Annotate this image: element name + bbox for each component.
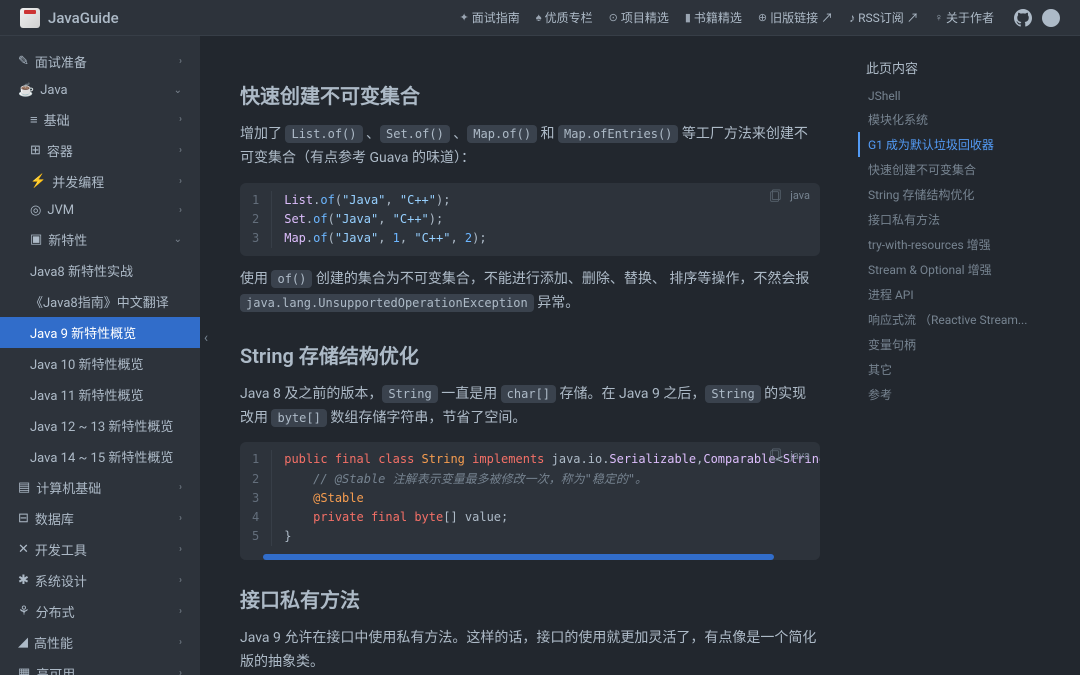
code-inline: byte[] (271, 409, 326, 427)
brand[interactable]: JavaGuide (20, 8, 119, 28)
navbar-icons (1014, 9, 1060, 27)
main-content: 快速创建不可变集合 增加了 List.of() 、Set.of() 、Map.o… (212, 36, 848, 675)
code-inline: Map.ofEntries() (558, 125, 678, 143)
paragraph-2: 使用 of() 创建的集合为不可变集合，不能进行添加、删除、替换、 排序等操作，… (240, 268, 820, 316)
sidebar-item-10[interactable]: Java 10 新特性概览 (0, 348, 200, 379)
sidebar-item-9[interactable]: Java 9 新特性概览 (0, 317, 200, 348)
heading-interface: 接口私有方法 (240, 584, 820, 613)
code-lang: java (790, 189, 810, 202)
sidebar-item-13[interactable]: Java 14 ~ 15 新特性概览 (0, 441, 200, 472)
paragraph-1: 增加了 List.of() 、Set.of() 、Map.of() 和 Map.… (240, 123, 820, 171)
toc-item-8[interactable]: 进程 API (858, 282, 1068, 307)
sidebar-item-6[interactable]: ▣新特性⌄ (0, 224, 200, 255)
sidebar-item-14[interactable]: ▤计算机基础› (0, 472, 200, 503)
nav-link-4[interactable]: ⊕旧版链接 ↗ (758, 9, 833, 26)
sidebar-item-1[interactable]: ☕Java⌄ (0, 77, 200, 104)
sidebar-item-7[interactable]: Java8 新特性实战 (0, 255, 200, 286)
code-content: List.of("Java", "C++"); Set.of("Java", "… (272, 191, 820, 249)
code-inline: java.lang.UnsupportedOperationException (240, 294, 534, 312)
nav-link-5[interactable]: ♪ RSS订阅 ↗ (849, 9, 919, 26)
paragraph-4: Java 9 允许在接口中使用私有方法。这样的话，接口的使用就更加灵活了，有点像… (240, 627, 820, 675)
code-inline: of() (271, 270, 312, 288)
toc-item-9[interactable]: 响应式流 （Reactive Stream... (858, 307, 1068, 332)
nav-link-1[interactable]: ♠优质专栏 (536, 9, 593, 26)
code-inline: String (382, 385, 437, 403)
sidebar-item-11[interactable]: Java 11 新特性概览 (0, 379, 200, 410)
logo-icon (20, 8, 40, 28)
sidebar: ✎面试准备›☕Java⌄≡基础›⊞容器›⚡并发编程›◎JVM›▣新特性⌄Java… (0, 36, 200, 675)
navbar-links: ✦面试指南 ♠优质专栏 ⊙项目精选 ▮书籍精选 ⊕旧版链接 ↗ ♪ RSS订阅 ↗ ♀关于作… (460, 9, 994, 26)
toc-item-4[interactable]: String 存储结构优化 (858, 182, 1068, 207)
sidebar-item-4[interactable]: ⚡并发编程› (0, 166, 200, 197)
code-scrollbar[interactable] (240, 554, 820, 560)
code-inline: char[] (501, 385, 556, 403)
line-numbers: 123 (240, 191, 272, 249)
copy-icon[interactable] (768, 189, 782, 203)
code-block-1: java 123 List.of("Java", "C++"); Set.of(… (240, 183, 820, 257)
toc-item-5[interactable]: 接口私有方法 (858, 207, 1068, 232)
heading-immutable: 快速创建不可变集合 (240, 80, 820, 109)
paragraph-3: Java 8 及之前的版本，String 一直是用 char[] 存储。在 Ja… (240, 383, 820, 431)
sidebar-item-12[interactable]: Java 12 ~ 13 新特性概览 (0, 410, 200, 441)
nav-link-0[interactable]: ✦面试指南 (460, 9, 520, 26)
code-inline: Map.of() (467, 125, 537, 143)
toc-item-1[interactable]: 模块化系统 (858, 107, 1068, 132)
code-inline: List.of() (285, 125, 362, 143)
navbar: JavaGuide ✦面试指南 ♠优质专栏 ⊙项目精选 ▮书籍精选 ⊕旧版链接 ↗ ♪ R… (0, 0, 1080, 36)
toc-item-0[interactable]: JShell (858, 85, 1068, 107)
toc-item-12[interactable]: 参考 (858, 382, 1068, 407)
nav-link-6[interactable]: ♀关于作者 (935, 9, 994, 26)
nav-link-3[interactable]: ▮书籍精选 (685, 9, 742, 26)
line-numbers: 12345 (240, 450, 272, 546)
sidebar-item-8[interactable]: 《Java8指南》中文翻译 (0, 286, 200, 317)
sidebar-item-16[interactable]: ✕开发工具› (0, 534, 200, 565)
toc-item-2[interactable]: G1 成为默认垃圾回收器 (858, 132, 1068, 157)
github-icon[interactable] (1014, 9, 1032, 27)
nav-link-2[interactable]: ⊙项目精选 (609, 9, 669, 26)
code-block-2: java 12345 public final class String imp… (240, 442, 820, 560)
sidebar-item-5[interactable]: ◎JVM› (0, 197, 200, 224)
toc-item-6[interactable]: try-with-resources 增强 (858, 232, 1068, 257)
sidebar-item-15[interactable]: ⊟数据库› (0, 503, 200, 534)
toc-body: JShell模块化系统G1 成为默认垃圾回收器快速创建不可变集合String 存… (858, 85, 1068, 407)
code-inline: Set.of() (380, 125, 450, 143)
copy-icon[interactable] (768, 448, 782, 462)
code-inline: String (705, 385, 760, 403)
gitee-icon[interactable] (1042, 9, 1060, 27)
sidebar-item-20[interactable]: ▦高可用› (0, 658, 200, 675)
heading-string: String 存储结构优化 (240, 340, 820, 369)
sidebar-item-2[interactable]: ≡基础› (0, 104, 200, 135)
brand-text: JavaGuide (48, 9, 119, 27)
table-of-contents: 此页内容 JShell模块化系统G1 成为默认垃圾回收器快速创建不可变集合Str… (858, 50, 1068, 415)
code-lang: java (790, 449, 810, 462)
sidebar-item-19[interactable]: ◢高性能› (0, 627, 200, 658)
toc-item-3[interactable]: 快速创建不可变集合 (858, 157, 1068, 182)
toc-title: 此页内容 (858, 58, 1068, 77)
sidebar-item-3[interactable]: ⊞容器› (0, 135, 200, 166)
sidebar-item-17[interactable]: ✱系统设计› (0, 565, 200, 596)
sidebar-item-0[interactable]: ✎面试准备› (0, 46, 200, 77)
toc-item-10[interactable]: 变量句柄 (858, 332, 1068, 357)
sidebar-collapse-button[interactable]: ‹ (200, 324, 212, 352)
toc-item-11[interactable]: 其它 (858, 357, 1068, 382)
sidebar-item-18[interactable]: ⚘分布式› (0, 596, 200, 627)
code-content: public final class String implements jav… (272, 450, 820, 546)
toc-item-7[interactable]: Stream & Optional 增强 (858, 257, 1068, 282)
